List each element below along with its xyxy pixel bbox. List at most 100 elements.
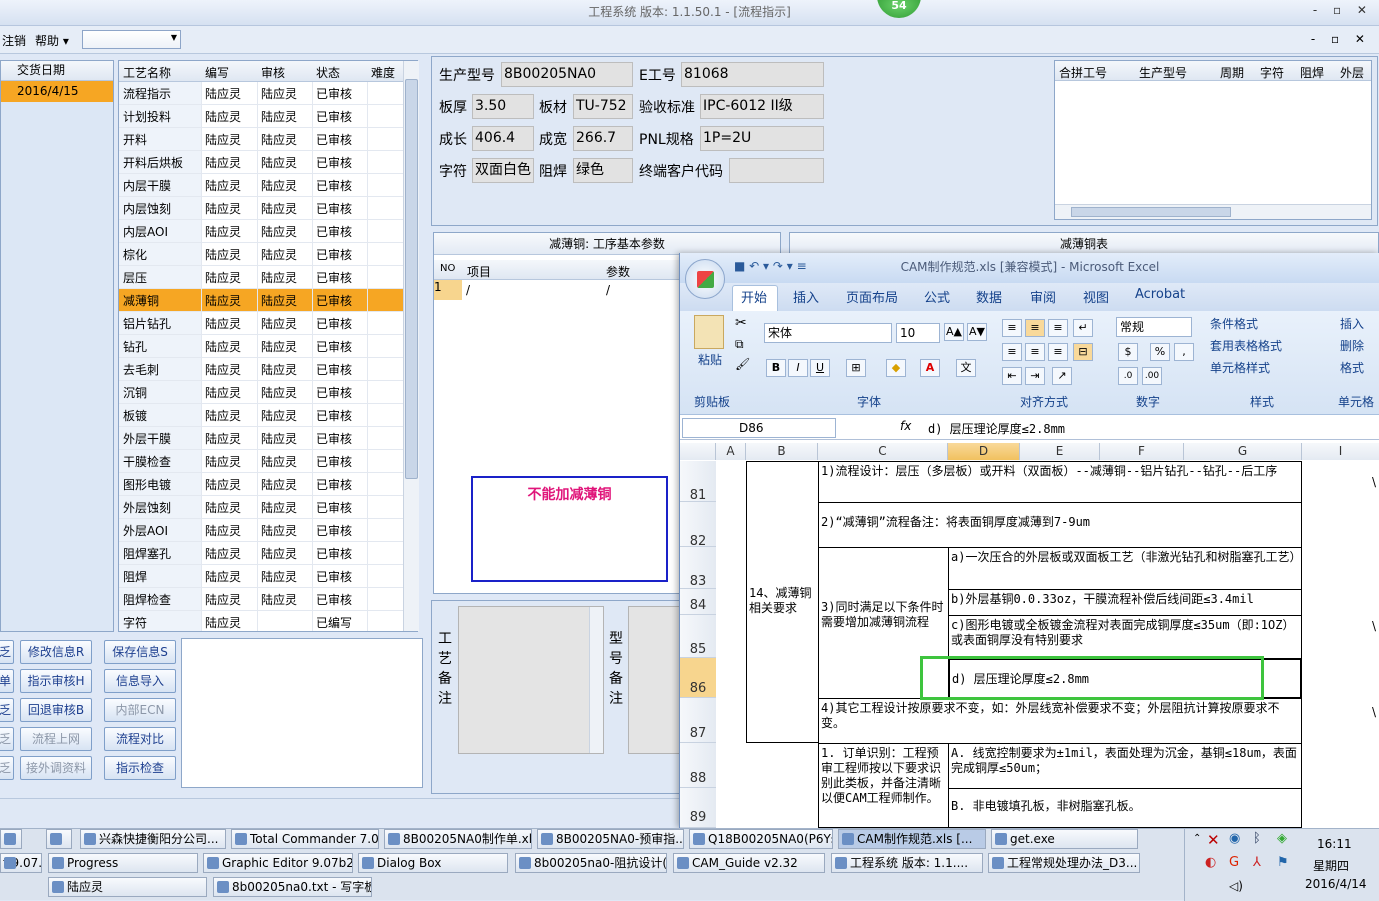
tab-acrobat[interactable]: Acrobat [1135, 287, 1185, 302]
taskbar-item[interactable]: 工程系统 版本: 1.1.... [831, 853, 983, 873]
tray-g-icon[interactable]: G [1229, 855, 1239, 870]
increase-indent-icon[interactable]: ⇥ [1025, 367, 1045, 385]
menu-logout[interactable]: 注销 [2, 32, 26, 49]
wrap-text-icon[interactable]: ↵ [1073, 319, 1093, 337]
formula-content[interactable]: d) 层压理论厚度≤2.8mm [928, 420, 1065, 437]
col-header[interactable]: 字符 [1260, 64, 1284, 81]
taskbar-item[interactable]: 8b00205na0.txt - 写字板 [213, 877, 372, 897]
taskbar-item[interactable]: Dialog Box [358, 853, 508, 873]
col-header[interactable]: 外层 [1340, 64, 1364, 81]
process-row[interactable]: 铝片钻孔 陆应灵 陆应灵 已审核 [119, 312, 403, 335]
process-row[interactable]: 字符 陆应灵 已编写 [119, 611, 403, 631]
grow-font-icon[interactable]: A▲ [944, 323, 964, 341]
soldermask-field[interactable]: 绿色 [573, 158, 633, 183]
partial-button[interactable]: 乏 [0, 727, 14, 751]
process-row[interactable]: 阻焊检查 陆应灵 陆应灵 已审核 [119, 588, 403, 611]
insert-cells-button[interactable]: 插入 [1340, 315, 1364, 332]
tab-insert[interactable]: 插入 [793, 287, 819, 306]
length-field[interactable]: 406.4 [472, 126, 534, 151]
taskbar-item-active[interactable]: CAM制作规范.xls [... [838, 829, 986, 849]
select-all[interactable] [680, 443, 716, 460]
process-row[interactable]: 阻焊 陆应灵 陆应灵 已审核 [119, 565, 403, 588]
decrease-indent-icon[interactable]: ⇤ [1002, 367, 1022, 385]
clock-time[interactable]: 16:11 [1317, 837, 1352, 851]
tray-acrobat-icon[interactable]: ⅄ [1253, 855, 1261, 870]
material-field[interactable]: TU-752 [573, 94, 633, 119]
taskbar-item[interactable]: 工程常规处理办法_D3... [988, 853, 1140, 873]
align-middle-icon[interactable]: ≡ [1025, 319, 1045, 337]
tray-app-icon[interactable]: ◐ [1205, 855, 1216, 870]
currency-icon[interactable]: $ [1118, 343, 1138, 361]
cell-d84[interactable]: b)外层基铜0.0.33oz，干膜流程补偿后线间距≤3.4mil [948, 589, 1302, 616]
col-header[interactable]: 阻焊 [1300, 64, 1324, 81]
combined-hscroll[interactable] [1055, 204, 1371, 219]
conditional-format-button[interactable]: 条件格式 [1210, 315, 1258, 332]
toolbar-combo[interactable]: ▼ [82, 30, 181, 49]
row-88[interactable]: 88 [680, 743, 716, 788]
width-field[interactable]: 266.7 [573, 126, 633, 151]
scroll-thumb[interactable] [405, 79, 418, 479]
copy-icon[interactable]: ⧉ [735, 337, 744, 352]
cell-d83[interactable]: a)一次压合的外层板或双面板工艺（非激光钻孔和树脂塞孔工艺） [948, 547, 1302, 590]
tray-volume-icon[interactable]: ◁) [1229, 879, 1243, 893]
tray-network-icon[interactable]: ◉ [1229, 831, 1240, 846]
row-83[interactable]: 83 [680, 547, 716, 589]
delete-cells-button[interactable]: 删除 [1340, 337, 1364, 354]
cell-c88[interactable]: 1. 订单识别：工程预审工程师按以下要求识别此类板，并备注清晰以便CAM工程师制… [818, 743, 949, 828]
col-header[interactable]: 审核 [261, 64, 285, 81]
table-format-button[interactable]: 套用表格格式 [1210, 337, 1282, 354]
tray-shield-icon[interactable]: ◈ [1277, 831, 1287, 846]
align-center-icon[interactable]: ≡ [1025, 343, 1045, 361]
tray-close-icon[interactable]: ✕ [1207, 831, 1220, 849]
cell-style-button[interactable]: 单元格样式 [1210, 359, 1270, 376]
process-row[interactable]: 开料后烘板 陆应灵 陆应灵 已审核 [119, 151, 403, 174]
taskbar-prev[interactable] [0, 829, 22, 849]
import-button[interactable]: 信息导入 [104, 669, 176, 693]
scroll-thumb[interactable] [1071, 207, 1231, 217]
col-header[interactable]: 工艺名称 [123, 64, 171, 81]
menu-help[interactable]: 帮助 ▾ [35, 32, 69, 49]
font-size-select[interactable]: 10 [896, 323, 940, 343]
cell-c81[interactable]: 1)流程设计：层压（多层板）或开料（双面板）--减薄铜--铝片钻孔--钻孔--后… [818, 461, 1302, 503]
row-89[interactable]: 89 [680, 788, 716, 828]
process-row[interactable]: 外层干膜 陆应灵 陆应灵 已审核 [119, 427, 403, 450]
clock-date[interactable]: 2016/4/14 [1305, 877, 1367, 891]
col-c[interactable]: C [818, 443, 948, 460]
process-row[interactable]: 阻焊塞孔 陆应灵 陆应灵 已审核 [119, 542, 403, 565]
process-remark-box[interactable] [458, 606, 604, 754]
cell-d85[interactable]: c)图形电镀或全板镀金流程对表面完成铜厚度≤35um（即:1OZ）或表面铜厚没有… [948, 615, 1302, 659]
align-right-icon[interactable]: ≡ [1048, 343, 1068, 361]
col-header[interactable]: 难度 [371, 64, 395, 81]
partial-button[interactable]: 乏 [0, 756, 14, 780]
row-85[interactable]: 85 [680, 615, 716, 658]
office-button[interactable] [685, 259, 725, 299]
cell-i81[interactable]: \ [1372, 475, 1376, 489]
paste-icon[interactable] [694, 315, 724, 349]
align-bottom-icon[interactable]: ≡ [1048, 319, 1068, 337]
col-header[interactable]: 生产型号 [1139, 64, 1187, 81]
process-row[interactable]: 流程指示 陆应灵 陆应灵 已审核 [119, 82, 403, 105]
font-color-icon[interactable]: A [920, 359, 940, 377]
taskbar-item[interactable]: t 9.07... [0, 853, 42, 873]
fx-icon[interactable]: fx [900, 419, 911, 433]
review-button[interactable]: 指示审核H [20, 669, 92, 693]
col-header[interactable]: 参数 [606, 263, 630, 280]
partial-button[interactable]: 乏 [0, 640, 14, 664]
col-header[interactable]: 项目 [467, 263, 491, 280]
row-86[interactable]: 86 [680, 658, 716, 698]
tab-home[interactable]: 开始 [741, 287, 767, 306]
format-cells-button[interactable]: 格式 [1340, 359, 1364, 376]
col-d[interactable]: D [948, 443, 1020, 460]
process-row[interactable]: 外层AOI 陆应灵 陆应灵 已审核 [119, 519, 403, 542]
format-painter-icon[interactable]: 🖌 [735, 357, 750, 371]
save-info-button[interactable]: 保存信息S [104, 640, 176, 664]
flow-compare-button[interactable]: 流程对比 [104, 727, 176, 751]
cell-i87[interactable]: \ [1372, 705, 1376, 719]
cell-b-merged[interactable]: 14、减薄铜相关要求 [746, 461, 819, 743]
tab-review[interactable]: 审阅 [1030, 287, 1056, 306]
taskbar-item[interactable]: 8B00205NA0-预审指... [537, 829, 684, 849]
standard-field[interactable]: IPC-6012 II级 [700, 94, 824, 119]
model-field[interactable]: 8B00205NA0 [501, 62, 633, 87]
internal-ecn-button[interactable]: 内部ECN [104, 698, 176, 722]
col-i[interactable]: I [1302, 443, 1379, 460]
